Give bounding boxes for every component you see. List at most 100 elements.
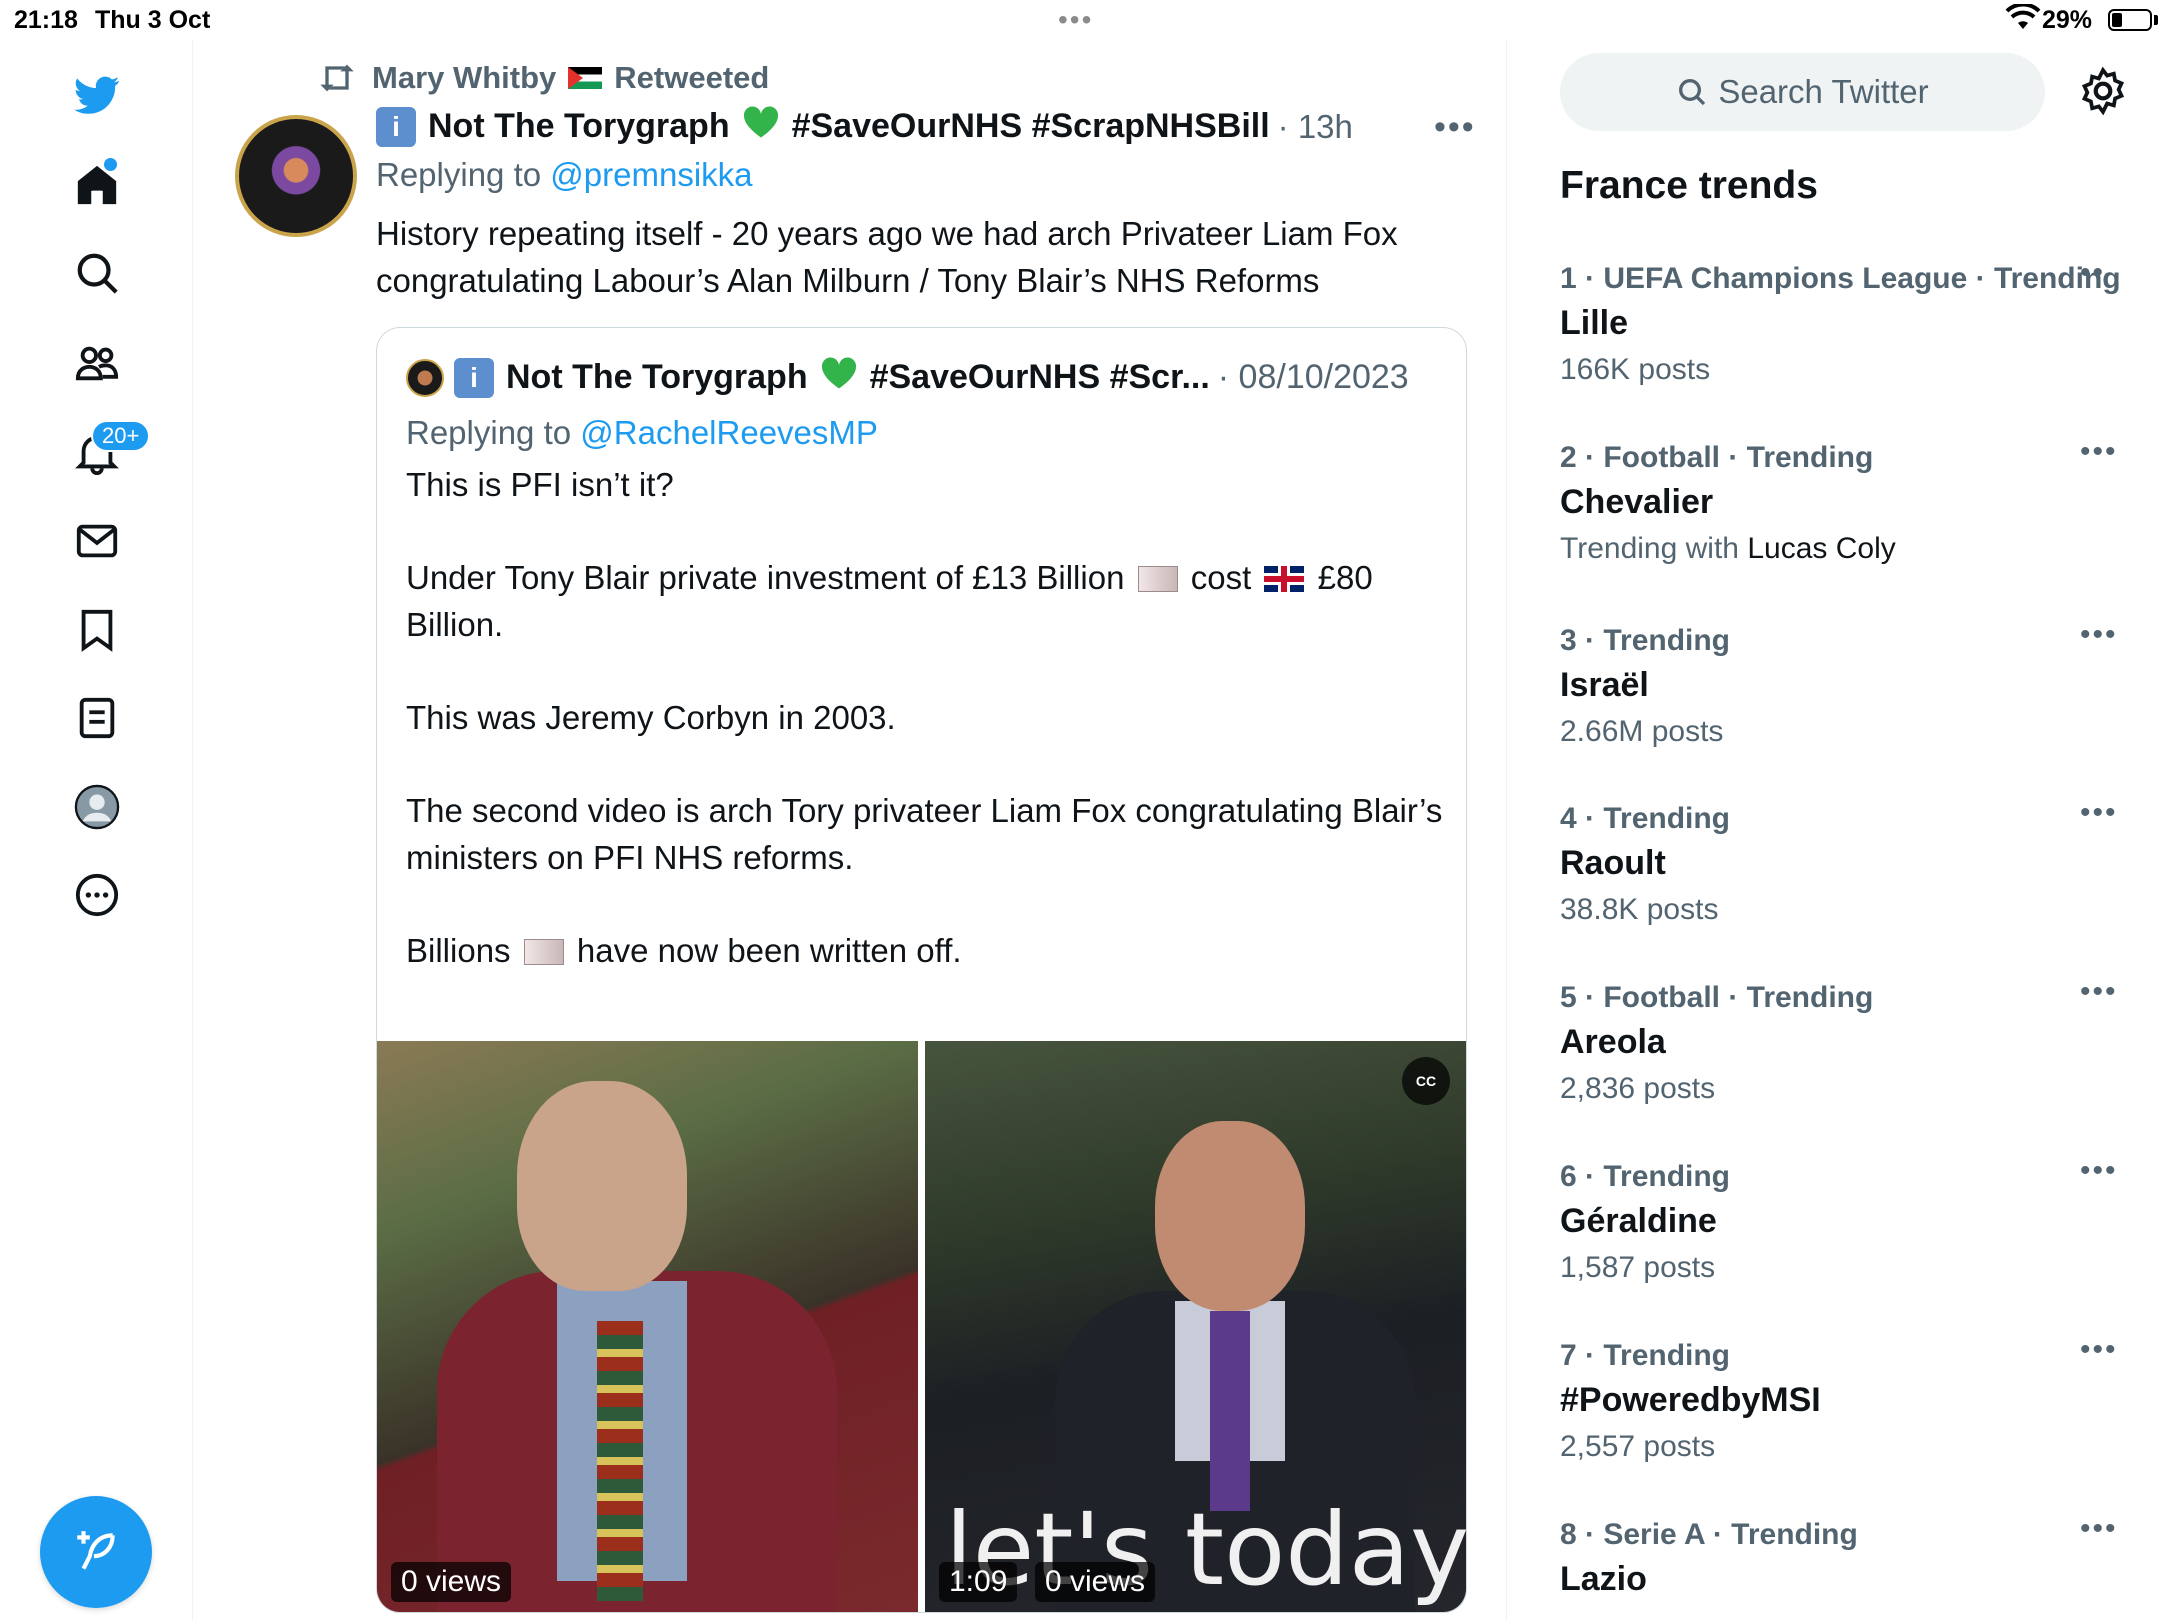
replying-to: Replying to @premnsikka — [376, 156, 753, 194]
nav-profile[interactable] — [64, 774, 130, 840]
trend-count: Trending with Lucas Coly — [1560, 532, 2120, 566]
trend-more-icon[interactable]: ••• — [2080, 1512, 2118, 1546]
trend-more-icon[interactable]: ••• — [2080, 618, 2118, 652]
quote-author-avatar — [406, 358, 444, 397]
trend-item[interactable]: 3 · Trending Israël 2.66M posts ••• — [1560, 618, 2120, 749]
quote-text: This is PFI isn’t it? Under Tony Blair p… — [406, 461, 1446, 1020]
bookmark-icon — [81, 609, 113, 652]
trend-count: 2,836 posts — [1560, 1072, 1716, 1105]
quote-replying-handle[interactable]: @RachelReevesMP — [580, 414, 878, 451]
money-emoji-icon — [1137, 566, 1178, 592]
multitask-dots-icon[interactable]: ••• — [1058, 4, 1093, 36]
left-nav: 20+ — [0, 40, 193, 1620]
search-twitter-field[interactable]: Search Twitter — [1560, 53, 2045, 131]
trend-count-prefix: Trending with — [1560, 532, 1739, 565]
trend-count: 166K posts — [1560, 353, 1711, 386]
trend-name: Israël — [1560, 666, 1649, 704]
closed-captions-icon[interactable]: CC — [1402, 1057, 1450, 1105]
nav-home[interactable] — [64, 152, 130, 218]
quote-text-segment: Billions — [406, 932, 511, 969]
trend-item[interactable]: 1 · UEFA Champions League · Trending Lil… — [1560, 256, 2121, 387]
tweet-text: History repeating itself - 20 years ago … — [376, 215, 1398, 299]
quote-text-segment: cost — [1190, 559, 1252, 596]
trend-more-icon[interactable]: •• — [2080, 256, 2105, 290]
video-figure — [517, 1081, 687, 1291]
retweeter-name[interactable]: Mary Whitby — [372, 60, 556, 96]
quote-text-segment: have now been written off. — [576, 932, 962, 969]
green-heart-icon — [820, 356, 858, 399]
trend-item[interactable]: 2 · Football · Trending Chevalier Trendi… — [1560, 435, 2120, 566]
author-avatar[interactable] — [235, 115, 357, 237]
trend-item[interactable]: 7 · Trending #PoweredbyMSI 2,557 posts •… — [1560, 1333, 2120, 1464]
nav-more[interactable] — [64, 862, 130, 928]
search-icon — [77, 253, 118, 294]
trend-more-icon[interactable]: ••• — [2080, 796, 2118, 830]
trend-category: 8 · Serie A · Trending — [1560, 1518, 1858, 1551]
status-date: Thu 3 Oct — [95, 6, 211, 34]
quote-replying-prefix: Replying to — [406, 414, 572, 451]
nav-messages[interactable] — [64, 508, 130, 574]
tweet-more-icon[interactable]: ••• — [1434, 108, 1476, 147]
video-thumbnail-1[interactable]: 0 views — [377, 1041, 918, 1612]
trend-category: 4 · Trending — [1560, 802, 1731, 835]
video-subtitle: let's today ta — [945, 1491, 1467, 1608]
nav-lists[interactable] — [64, 685, 130, 751]
info-emoji-icon: i — [376, 106, 416, 147]
trend-item[interactable]: 6 · Trending Géraldine 1,587 posts ••• — [1560, 1154, 2120, 1285]
quoted-tweet[interactable]: i Not The Torygraph #SaveOurNHS #Scr... … — [376, 327, 1467, 1613]
video-duration-badge: 1:09 — [939, 1562, 1018, 1602]
quote-hashtags: #SaveOurNHS #Scr... — [869, 358, 1210, 396]
quote-date: · 08/10/2023 — [1217, 358, 1409, 396]
trend-category: 5 · Football · Trending — [1560, 981, 1874, 1014]
tweet-time[interactable]: · 13h — [1278, 108, 1353, 146]
trend-count: 1,587 posts — [1560, 1251, 1716, 1284]
trend-category: 6 · Trending — [1560, 1160, 1731, 1193]
search-icon — [1679, 79, 1706, 106]
compose-tweet-button[interactable] — [40, 1496, 152, 1608]
green-heart-icon — [742, 105, 780, 148]
trend-more-icon[interactable]: ••• — [2080, 1154, 2118, 1188]
video-figure — [1210, 1311, 1250, 1511]
battery-icon — [2108, 9, 2152, 31]
nav-explore[interactable] — [64, 240, 130, 306]
nav-communities[interactable] — [64, 330, 130, 396]
retweet-context[interactable]: Mary Whitby Retweeted — [317, 60, 769, 96]
money-emoji-icon — [523, 939, 564, 965]
nav-notifications[interactable]: 20+ — [64, 420, 151, 486]
uk-flag-icon — [1264, 566, 1305, 592]
author-name[interactable]: Not The Torygraph — [428, 107, 730, 146]
trend-category: 1 · UEFA Champions League · Trending — [1560, 262, 2121, 295]
trend-name: Chevalier — [1560, 483, 1714, 521]
replying-handle-link[interactable]: @premnsikka — [550, 156, 752, 193]
quote-header: i Not The Torygraph #SaveOurNHS #Scr... … — [406, 356, 1409, 399]
trend-item[interactable]: 4 · Trending Raoult 38.8K posts ••• — [1560, 796, 2120, 927]
nav-bookmarks[interactable] — [64, 597, 130, 663]
tweet-header: i Not The Torygraph #SaveOurNHS #ScrapNH… — [376, 105, 1353, 148]
quote-paragraph: Billions have now been written off. — [406, 927, 1446, 974]
home-unread-dot — [104, 158, 117, 171]
video-thumbnail-2[interactable]: let's today ta CC 1:09 0 views — [925, 1041, 1467, 1612]
notifications-badge: 20+ — [91, 420, 151, 452]
twitter-logo-icon[interactable] — [64, 62, 130, 128]
battery-tip — [2154, 15, 2158, 25]
trend-category: 2 · Football · Trending — [1560, 441, 1874, 474]
wifi-icon — [2005, 4, 2041, 29]
trend-category: 7 · Trending — [1560, 1339, 1731, 1372]
info-emoji-icon: i — [454, 357, 494, 398]
retweet-icon — [320, 64, 354, 92]
trend-count: 2.66M posts — [1560, 715, 1724, 748]
search-placeholder: Search Twitter — [1718, 73, 1929, 110]
trend-more-icon[interactable]: ••• — [2080, 435, 2118, 469]
trend-count: 38.8K posts — [1560, 893, 1719, 926]
palestine-flag-icon — [568, 67, 603, 89]
trend-more-icon[interactable]: ••• — [2080, 1333, 2118, 1367]
trend-item[interactable]: 8 · Serie A · Trending Lazio ••• — [1560, 1512, 2120, 1599]
quote-author-name: Not The Torygraph — [506, 358, 808, 396]
trend-item[interactable]: 5 · Football · Trending Areola 2,836 pos… — [1560, 975, 2120, 1106]
gear-icon[interactable] — [2078, 66, 2128, 116]
trend-more-icon[interactable]: ••• — [2080, 975, 2118, 1009]
trend-name: Lille — [1560, 304, 1629, 342]
video-views-badge: 0 views — [1035, 1562, 1156, 1602]
list-icon — [79, 697, 115, 739]
quote-paragraph: Under Tony Blair private investment of £… — [406, 554, 1446, 648]
